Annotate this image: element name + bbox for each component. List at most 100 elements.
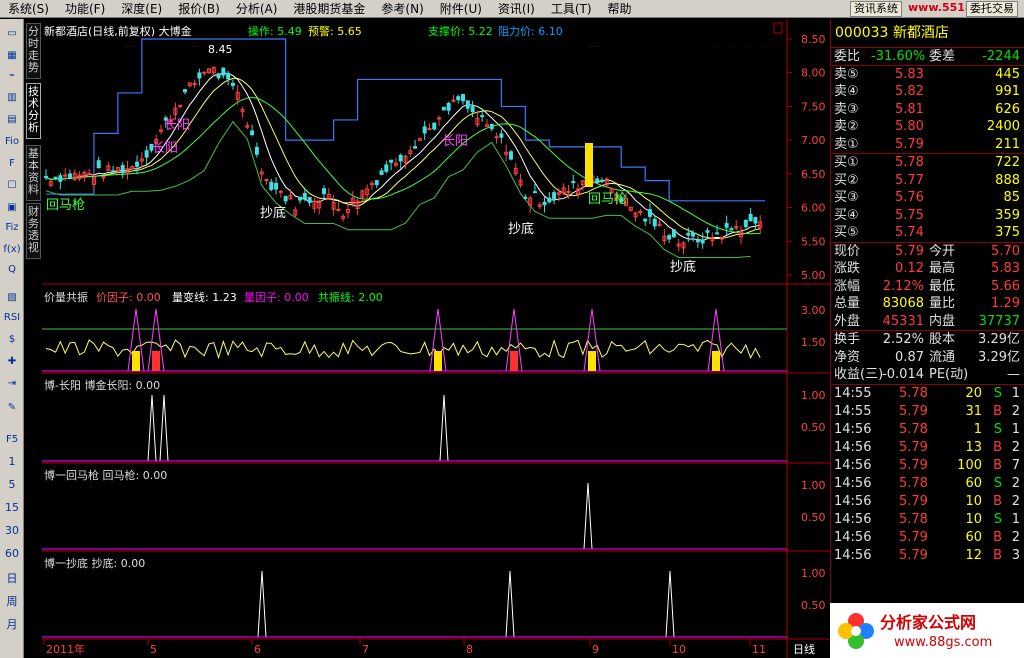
stock-code-name: 000033 新都酒店 bbox=[835, 25, 949, 41]
tool-icon-3[interactable]: ▥ bbox=[2, 89, 22, 107]
tool-icon-14[interactable]: $ bbox=[2, 331, 22, 349]
logo-title: 分析家公式网 bbox=[880, 613, 977, 632]
tick-count: 1 bbox=[1011, 511, 1020, 527]
tool-icon-2[interactable]: ⌁ bbox=[2, 67, 22, 85]
tick-time: 14:56 bbox=[834, 421, 872, 437]
sell-row: 卖③ 5.81 626 bbox=[831, 101, 1024, 119]
tool-icon-5[interactable]: Fio bbox=[2, 133, 22, 151]
chart-area[interactable]: 8.50 8.00 7.50 7.00 6.50 6.00 5.50 5.00 长阳 长阳 长阳 回马… bbox=[42, 19, 830, 658]
tick-list: 14:55 5.78 20 S 1 14:55 5.79 31 B 2 14:56 5.78 1 S 1 14… bbox=[831, 383, 1024, 565]
period-5[interactable]: 日 bbox=[0, 570, 24, 586]
stat-row: 外盘 45331 内盘 37737 bbox=[831, 313, 1024, 331]
menu-bar: 系统(S) 功能(F) 深度(E) 报价(B) 分析(A) 港股期货基金 参考(N) 附件(U… bbox=[0, 0, 1024, 18]
tick-count: 1 bbox=[1011, 385, 1020, 401]
menu-item-1[interactable]: 功能(F) bbox=[57, 0, 113, 18]
signal-label: 回马枪 bbox=[588, 191, 627, 207]
stat2-label: PE(动) bbox=[929, 367, 969, 382]
tick-time: 14:56 bbox=[834, 493, 872, 509]
marker-dot: 8.45 bbox=[196, 46, 199, 48]
main-axis-label: 8.50 bbox=[801, 33, 826, 46]
main-axis-label: 7.00 bbox=[801, 134, 826, 147]
stat-value: 45331 bbox=[882, 313, 924, 329]
menu-item-3[interactable]: 报价(B) bbox=[170, 0, 228, 18]
sub-axis-label: 0.50 bbox=[801, 599, 826, 612]
menu-item-6[interactable]: 参考(N) bbox=[373, 0, 431, 18]
signal-spike bbox=[665, 570, 675, 638]
menu-item-2[interactable]: 深度(E) bbox=[113, 0, 170, 18]
period-4[interactable]: 60 bbox=[0, 547, 24, 560]
site-logo: 分析家公式网 www.88gs.com bbox=[830, 603, 1024, 658]
tool-icon-8[interactable]: ▣ bbox=[2, 199, 22, 217]
date-label: 6 bbox=[254, 643, 261, 656]
stat2-row: 换手 2.52% 股本 3.29亿 bbox=[831, 331, 1024, 349]
tool-icon-13[interactable]: RSI bbox=[2, 309, 22, 327]
candle-body bbox=[705, 230, 710, 233]
menu-item-5[interactable]: 港股期货基金 bbox=[285, 0, 373, 18]
vtab-2[interactable]: 基本资料 bbox=[26, 145, 41, 201]
signal-spike bbox=[583, 482, 593, 550]
tick-side: B bbox=[993, 403, 1002, 419]
tick-side: B bbox=[993, 547, 1002, 563]
tick-row: 14:55 5.79 31 B 2 bbox=[831, 403, 1024, 421]
tool-icon-6[interactable]: F bbox=[2, 155, 22, 173]
sell-row-volume: 2400 bbox=[986, 119, 1020, 134]
candle-body bbox=[298, 196, 303, 201]
date-label: 7 bbox=[362, 643, 369, 656]
tick-row: 14:55 5.78 20 S 1 bbox=[831, 385, 1024, 403]
menu-item-8[interactable]: 资讯(I) bbox=[490, 0, 543, 18]
sell-row-price: 5.81 bbox=[895, 101, 924, 117]
vtab-0[interactable]: 分时走势 bbox=[26, 23, 41, 79]
menu-item-0[interactable]: 系统(S) bbox=[0, 0, 57, 18]
period-1[interactable]: 5 bbox=[0, 478, 24, 491]
signal-spike bbox=[439, 394, 449, 462]
restore-icon[interactable] bbox=[773, 22, 783, 34]
sell-row-volume: 991 bbox=[995, 84, 1020, 99]
period-3[interactable]: 30 bbox=[0, 524, 24, 537]
tool-icon-0[interactable]: ▭ bbox=[2, 25, 22, 43]
news-system-button[interactable]: 资讯系统 bbox=[850, 1, 902, 17]
marker-dot: 8.45 bbox=[746, 46, 749, 48]
menu-item-7[interactable]: 附件(U) bbox=[432, 0, 490, 18]
stat2-value: 2.52% bbox=[882, 332, 924, 347]
candle-body bbox=[384, 164, 389, 172]
tool-icon-15[interactable]: ✚ bbox=[2, 353, 22, 371]
menu-item-4[interactable]: 分析(A) bbox=[228, 0, 286, 18]
tool-icon-12[interactable]: ▧ bbox=[2, 289, 22, 307]
chart-canvas[interactable]: 8.508.007.507.006.506.005.505.00长阳长阳 长阳回马… bbox=[42, 19, 830, 658]
tick-side: S bbox=[993, 511, 1002, 527]
tick-time: 14:56 bbox=[834, 511, 872, 527]
tick-row: 14:56 5.78 10 S 1 bbox=[831, 511, 1024, 529]
candle-body bbox=[302, 192, 307, 200]
period-6[interactable]: 周 bbox=[0, 593, 24, 609]
menu-item-10[interactable]: 帮助 bbox=[600, 0, 640, 18]
stat-value: 0.12 bbox=[895, 261, 924, 276]
stat-value: 2.12% bbox=[882, 278, 924, 294]
tool-icon-4[interactable]: ▤ bbox=[2, 111, 22, 129]
stat-row: 涨幅 2.12% 最低 5.66 bbox=[831, 278, 1024, 296]
menu-item-9[interactable]: 工具(T) bbox=[543, 0, 600, 18]
marker-dot: 8.45 bbox=[134, 46, 137, 48]
period-0[interactable]: 1 bbox=[0, 455, 24, 468]
candle-body bbox=[183, 89, 188, 93]
tick-count: 2 bbox=[1011, 439, 1020, 455]
tool-icon-11[interactable]: Q bbox=[2, 261, 22, 279]
tool-icon-7[interactable]: ☐ bbox=[2, 177, 22, 195]
vol-f1: 价因子: 0.00 bbox=[96, 291, 161, 304]
vol-f4: 共振线: 2.00 bbox=[318, 291, 383, 304]
tool-icon-16[interactable]: ⇥ bbox=[2, 375, 22, 393]
vtab-1[interactable]: 技术分析 bbox=[26, 83, 41, 139]
vtab-3[interactable]: 财务透视 bbox=[26, 203, 41, 259]
candle-body bbox=[144, 150, 149, 158]
tool-icon-10[interactable]: f(x) bbox=[2, 241, 22, 259]
period-7[interactable]: 月 bbox=[0, 616, 24, 632]
trade-button[interactable]: 委托交易 bbox=[966, 1, 1018, 17]
tool-icon-1[interactable]: ▦ bbox=[2, 47, 22, 65]
tool-icon-18[interactable]: F5 bbox=[2, 431, 22, 449]
tick-side: B bbox=[993, 439, 1002, 455]
tool-icon-17[interactable]: ✎ bbox=[2, 399, 22, 417]
tool-icon-9[interactable]: Fiz bbox=[2, 219, 22, 237]
sell-row-price: 5.83 bbox=[895, 66, 924, 82]
p5-header: 博一抄底 抄底: 0.00 bbox=[44, 557, 146, 570]
period-2[interactable]: 15 bbox=[0, 501, 24, 514]
tick-row: 14:56 5.79 13 B 2 bbox=[831, 439, 1024, 457]
